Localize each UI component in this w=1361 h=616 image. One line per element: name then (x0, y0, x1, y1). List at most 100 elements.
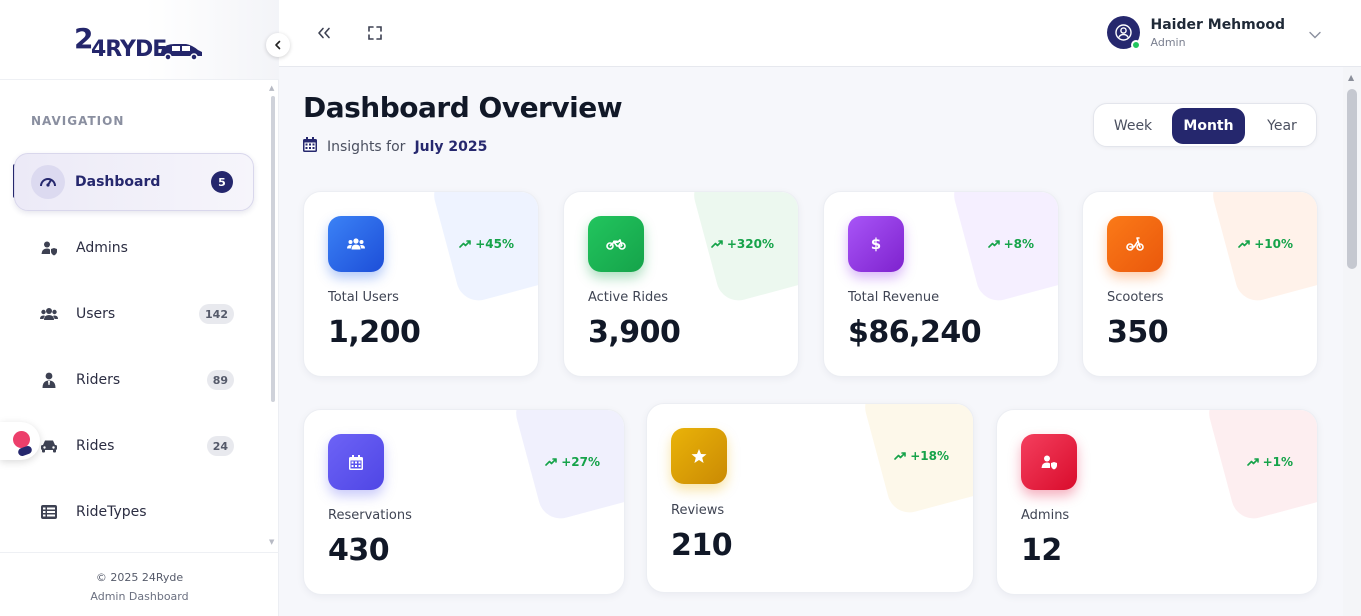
trend-up-icon (1238, 240, 1251, 248)
stat-value: 430 (328, 533, 390, 568)
scrollbar-thumb[interactable] (1347, 89, 1357, 269)
stat-value: 350 (1107, 315, 1169, 350)
period-toggle: Week Month Year (1093, 103, 1317, 147)
user-circle-icon (1114, 24, 1132, 41)
insights-prefix: Insights for (327, 138, 406, 155)
period-week-button[interactable]: Week (1098, 108, 1168, 144)
stat-label: Total Users (328, 290, 399, 305)
stat-card-admins[interactable]: +1% Admins 12 (996, 409, 1318, 595)
speedometer-icon (31, 165, 65, 199)
chevron-down-icon[interactable] (1309, 24, 1321, 43)
stat-card-scooters[interactable]: +10% Scooters 350 (1082, 191, 1318, 377)
sidebar-item-riders[interactable]: Riders 89 (14, 351, 254, 409)
user-menu[interactable]: Haider Mehmood Admin (1106, 16, 1322, 50)
fullscreen-button[interactable] (364, 22, 386, 44)
stat-label: Reservations (328, 508, 412, 523)
users-icon (32, 297, 66, 331)
count-badge: 24 (206, 436, 234, 456)
trend-value: +10% (1254, 237, 1293, 251)
page-scrollbar[interactable]: ▲ (1343, 67, 1361, 616)
stat-value: 12 (1021, 533, 1062, 568)
trend-value: +27% (561, 455, 600, 469)
rider-icon (32, 363, 66, 397)
logo-area: 2 4RYDE (0, 0, 279, 80)
list-icon (32, 495, 66, 529)
trend-value: +45% (475, 237, 514, 251)
trend-indicator: +320% (711, 237, 774, 251)
calendar-icon (303, 137, 317, 156)
sidebar-item-rides[interactable]: Rides 24 (14, 417, 254, 475)
trend-up-icon (894, 452, 907, 460)
scooter-icon (1107, 216, 1163, 272)
main-content: Dashboard Overview Insights for July 202… (279, 67, 1343, 616)
stat-label: Active Rides (588, 290, 669, 305)
trend-indicator: +1% (1246, 455, 1293, 469)
period-year-button[interactable]: Year (1249, 108, 1315, 144)
sidebar-item-admins[interactable]: Admins (14, 219, 254, 277)
sidebar-item-label: Riders (76, 372, 121, 388)
sidebar-item-ridetypes[interactable]: RideTypes (14, 483, 254, 541)
sidebar-item-label: Rides (76, 438, 115, 454)
stat-label: Total Revenue (848, 290, 940, 305)
sidebar-item-dashboard[interactable]: Dashboard 5 (14, 153, 254, 211)
chevron-left-icon (275, 40, 281, 50)
svg-text:4RYDE: 4RYDE (91, 37, 166, 62)
sidebar-collapse-button[interactable] (266, 33, 290, 57)
user-name: Haider Mehmood (1150, 16, 1286, 33)
scroll-down-icon[interactable]: ▼ (269, 538, 274, 546)
count-badge: 5 (211, 171, 233, 193)
sidebar-scrollbar[interactable] (271, 96, 275, 402)
motorcycle-icon (588, 216, 644, 272)
trend-indicator: +18% (894, 449, 949, 463)
stat-label: Reviews (671, 503, 725, 518)
stat-label: Admins (1021, 508, 1070, 523)
user-shield-icon (1021, 434, 1077, 490)
trend-up-icon (1246, 458, 1259, 466)
brand-logo[interactable]: 2 4RYDE (74, 18, 204, 69)
trend-up-icon (711, 240, 723, 248)
trend-indicator: +10% (1238, 237, 1293, 251)
stat-value: 210 (671, 528, 733, 563)
trend-value: +18% (910, 449, 949, 463)
star-icon (671, 428, 727, 484)
copyright-text: © 2025 24Ryde (95, 571, 184, 584)
sidebar-item-label: Users (76, 306, 116, 322)
users-icon (328, 216, 384, 272)
stat-card-total-users[interactable]: +45% Total Users 1,200 (303, 191, 539, 377)
stat-value: 3,900 (588, 315, 681, 350)
dollar-icon: $ (848, 216, 904, 272)
count-badge: 89 (206, 370, 234, 390)
trend-value: +320% (726, 237, 774, 251)
page-title: Dashboard Overview (303, 91, 623, 124)
trend-value: +1% (1262, 455, 1293, 469)
trend-value: +8% (1003, 237, 1034, 251)
expand-icon (368, 26, 382, 40)
calendar-icon (328, 434, 384, 490)
stat-value: 1,200 (328, 315, 421, 350)
sidebar: 2 4RYDE NAVIGATION Dashboard 5 Admins Us… (0, 0, 290, 616)
trend-indicator: +45% (459, 237, 514, 251)
double-chevron-left-icon (318, 27, 330, 39)
user-info: Haider Mehmood Admin (1151, 17, 1286, 49)
scroll-up-icon[interactable]: ▲ (269, 84, 274, 92)
insights-period: July 2025 (414, 138, 488, 155)
stat-value: $86,240 (848, 315, 982, 350)
user-shield-icon (32, 231, 66, 265)
stat-card-reviews[interactable]: +18% Reviews 210 (646, 403, 974, 593)
trend-up-icon (545, 458, 558, 466)
floating-widget-button[interactable] (0, 422, 40, 460)
stat-card-total-revenue[interactable]: $ +8% Total Revenue $86,240 (823, 191, 1059, 377)
scroll-up-icon[interactable]: ▲ (1348, 73, 1354, 82)
period-month-button[interactable]: Month (1172, 108, 1245, 144)
trend-up-icon (987, 240, 1000, 248)
sidebar-item-users[interactable]: Users 142 (14, 285, 254, 343)
stat-card-active-rides[interactable]: +320% Active Rides 3,900 (563, 191, 799, 377)
sidebar-item-label: RideTypes (76, 504, 147, 520)
collapse-sidebar-button[interactable] (313, 22, 335, 44)
stat-label: Scooters (1107, 290, 1164, 305)
logo-graphic: 2 4RYDE (74, 22, 202, 62)
stat-card-reservations[interactable]: +27% Reservations 430 (303, 409, 625, 595)
svg-text:$: $ (871, 235, 881, 253)
insights-line: Insights for July 2025 (303, 137, 487, 156)
sidebar-item-label: Admins (76, 240, 128, 256)
